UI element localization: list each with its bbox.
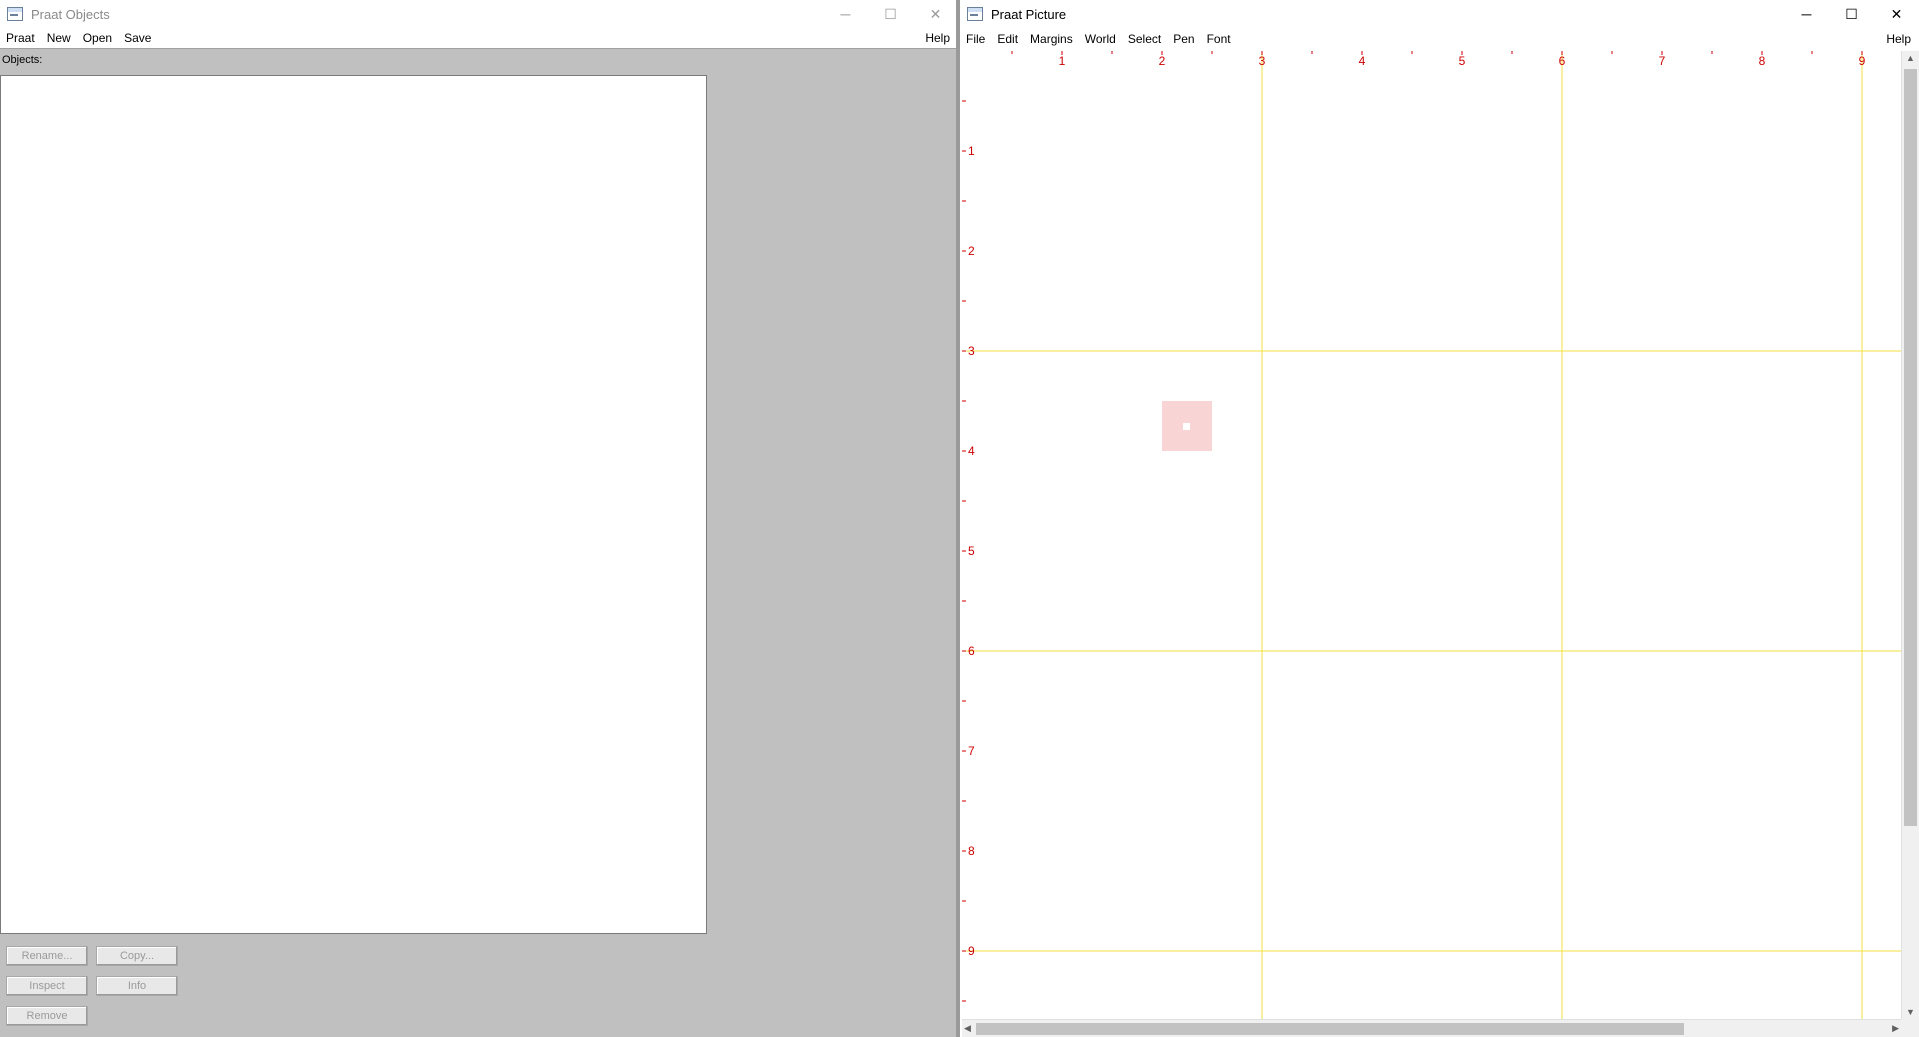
praat-app-icon bbox=[7, 7, 23, 21]
horizontal-scrollbar[interactable]: ◀ ▶ bbox=[962, 1019, 1901, 1037]
maximize-icon[interactable]: ☐ bbox=[868, 0, 913, 28]
selection-marker bbox=[1183, 423, 1190, 430]
menu-save[interactable]: Save bbox=[118, 31, 157, 45]
ruler-label-left: 4 bbox=[968, 444, 975, 458]
rename-button[interactable]: Rename... bbox=[6, 946, 88, 966]
scroll-left-icon[interactable]: ◀ bbox=[964, 1023, 971, 1034]
close-icon[interactable]: ✕ bbox=[1874, 0, 1919, 28]
objects-title-bar[interactable]: Praat Objects ─ ☐ ✕ bbox=[0, 0, 958, 28]
ruler-label-left: 1 bbox=[968, 144, 975, 158]
ruler-label-top: 1 bbox=[1059, 54, 1066, 68]
remove-button[interactable]: Remove bbox=[6, 1006, 88, 1026]
minimize-icon[interactable]: ─ bbox=[823, 0, 868, 28]
picture-menu-bar: File Edit Margins World Select Pen Font … bbox=[960, 28, 1919, 49]
menu-world[interactable]: World bbox=[1079, 32, 1122, 46]
scroll-up-icon[interactable]: ▲ bbox=[1906, 53, 1915, 63]
objects-label: Objects: bbox=[2, 54, 43, 66]
praat-objects-window: Praat Objects ─ ☐ ✕ Praat New Open Save … bbox=[0, 0, 958, 1037]
menu-praat[interactable]: Praat bbox=[0, 31, 41, 45]
horizontal-scroll-thumb[interactable] bbox=[976, 1023, 1684, 1035]
copy-button[interactable]: Copy... bbox=[96, 946, 178, 966]
ruler-label-top: 4 bbox=[1359, 54, 1366, 68]
ruler-label-left: 9 bbox=[968, 944, 975, 958]
menu-help[interactable]: Help bbox=[1880, 32, 1917, 46]
menu-font[interactable]: Font bbox=[1201, 32, 1237, 46]
picture-window-title: Praat Picture bbox=[991, 6, 1067, 22]
ruler-label-top: 9 bbox=[1859, 54, 1866, 68]
objects-menu-bar: Praat New Open Save Help bbox=[0, 28, 958, 49]
scroll-right-icon[interactable]: ▶ bbox=[1892, 1023, 1899, 1034]
scroll-down-icon[interactable]: ▼ bbox=[1906, 1007, 1915, 1017]
ruler-label-left: 7 bbox=[968, 744, 975, 758]
objects-window-title: Praat Objects bbox=[31, 6, 110, 22]
menu-open[interactable]: Open bbox=[77, 31, 118, 45]
ruler-label-left: 3 bbox=[968, 344, 975, 358]
picture-title-bar[interactable]: Praat Picture ─ ☐ ✕ bbox=[960, 0, 1919, 28]
maximize-icon[interactable]: ☐ bbox=[1829, 0, 1874, 28]
praat-picture-window: Praat Picture ─ ☐ ✕ File Edit Margins Wo… bbox=[960, 0, 1919, 1037]
ruler-label-left: 8 bbox=[968, 844, 975, 858]
ruler-label-left: 5 bbox=[968, 544, 975, 558]
vertical-scroll-thumb[interactable] bbox=[1904, 69, 1917, 826]
picture-canvas-svg[interactable]: 1 2 3 4 5 6 7 8 9 1 2 3 4 5 6 7 8 9 bbox=[962, 51, 1901, 1019]
menu-new[interactable]: New bbox=[41, 31, 77, 45]
menu-pen[interactable]: Pen bbox=[1167, 32, 1200, 46]
close-icon[interactable]: ✕ bbox=[913, 0, 958, 28]
ruler-label-top: 8 bbox=[1759, 54, 1766, 68]
menu-margins[interactable]: Margins bbox=[1024, 32, 1079, 46]
ruler-label-top: 7 bbox=[1659, 54, 1666, 68]
menu-help[interactable]: Help bbox=[919, 31, 956, 45]
ruler-label-top: 6 bbox=[1559, 54, 1566, 68]
ruler-label-top: 5 bbox=[1459, 54, 1466, 68]
ruler-label-top: 2 bbox=[1159, 54, 1166, 68]
picture-canvas[interactable]: 1 2 3 4 5 6 7 8 9 1 2 3 4 5 6 7 8 9 bbox=[962, 51, 1901, 1019]
vertical-scrollbar[interactable]: ▲ ▼ bbox=[1901, 51, 1919, 1019]
menu-edit[interactable]: Edit bbox=[991, 32, 1024, 46]
info-button[interactable]: Info bbox=[96, 976, 178, 996]
ruler-label-top: 3 bbox=[1259, 54, 1266, 68]
inspect-button[interactable]: Inspect bbox=[6, 976, 88, 996]
minimize-icon[interactable]: ─ bbox=[1784, 0, 1829, 28]
objects-list[interactable] bbox=[0, 75, 707, 934]
praat-app-icon bbox=[967, 7, 983, 21]
ruler-label-left: 2 bbox=[968, 244, 975, 258]
scrollbar-corner bbox=[1901, 1019, 1919, 1037]
ruler-label-left: 6 bbox=[968, 644, 975, 658]
menu-select[interactable]: Select bbox=[1122, 32, 1167, 46]
menu-file[interactable]: File bbox=[960, 32, 991, 46]
